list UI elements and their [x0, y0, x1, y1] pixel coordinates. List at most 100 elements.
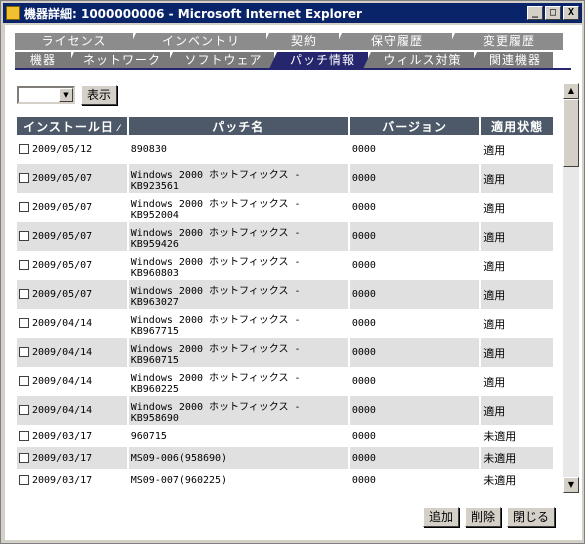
install-date-cell: 2009/03/17: [17, 425, 127, 447]
table-row: 2009/03/17 960715 0000 未適用: [17, 425, 553, 447]
install-date-cell: 2009/05/07: [17, 280, 127, 309]
tab-change-history[interactable]: 変更履歴: [447, 33, 563, 50]
install-date-cell: 2009/05/07: [17, 251, 127, 280]
tab-underline: [15, 68, 571, 70]
table-row: 2009/04/14 Windows 2000 ホットフィックス - KB9607…: [17, 338, 553, 367]
browser-window: 機器詳細: 1000000006 - Microsoft Internet Ex…: [0, 0, 585, 544]
install-date: 2009/04/14: [32, 405, 93, 416]
table-row: 2009/05/07 Windows 2000 ホットフィックス - KB9608…: [17, 251, 553, 280]
close-window-button[interactable]: X: [563, 6, 579, 20]
tab-row-front: 機器 ネットワーク ソフトウェア パッチ情報 ウィルス対策 関連機器: [15, 52, 556, 69]
install-date-cell: 2009/05/07: [17, 222, 127, 251]
version-cell: 0000: [349, 164, 480, 193]
row-checkbox[interactable]: [19, 144, 29, 154]
install-date: 2009/05/07: [32, 231, 93, 242]
table-row: 2009/05/07 Windows 2000 ホットフィックス - KB9235…: [17, 164, 553, 193]
table-row: 2009/05/07 Windows 2000 ホットフィックス - KB9520…: [17, 193, 553, 222]
row-checkbox[interactable]: [19, 260, 29, 270]
tab-network[interactable]: ネットワーク: [66, 52, 170, 69]
patch-name-cell: Windows 2000 ホットフィックス - KB960225: [130, 372, 301, 395]
row-checkbox[interactable]: [19, 452, 29, 463]
install-date: 2009/04/14: [32, 376, 93, 387]
tab-license[interactable]: ライセンス: [15, 33, 133, 50]
status-cell: 適用: [483, 201, 506, 215]
install-date: 2009/05/07: [32, 202, 93, 213]
install-date: 2009/03/17: [32, 430, 93, 442]
tab-patch-info[interactable]: パッチ情報: [269, 52, 368, 69]
row-checkbox[interactable]: [19, 173, 29, 183]
filter-bar: ▼ 表示: [17, 85, 118, 105]
dropdown-arrow-icon[interactable]: ▼: [59, 88, 73, 102]
close-button[interactable]: 閉じる: [507, 507, 556, 527]
row-checkbox[interactable]: [19, 289, 29, 299]
patch-name-cell: Windows 2000 ホットフィックス - KB960715: [128, 338, 348, 367]
window-title: 機器詳細: 1000000006 - Microsoft Internet Ex…: [24, 6, 362, 21]
version-cell: 0000: [349, 447, 480, 469]
status-cell: 適用: [483, 259, 506, 273]
row-checkbox[interactable]: [19, 202, 29, 212]
patch-name-cell: Windows 2000 ホットフィックス - KB959426: [128, 222, 348, 251]
status-cell: 未適用: [481, 447, 553, 469]
patch-name-cell: MS09-006(958690): [128, 447, 348, 469]
patch-name-cell: Windows 2000 ホットフィックス - KB960803: [130, 256, 301, 279]
row-checkbox[interactable]: [19, 430, 29, 441]
table-row: 2009/04/14 Windows 2000 ホットフィックス - KB9586…: [17, 396, 553, 425]
tab-contract[interactable]: 契約: [261, 33, 339, 50]
table-row: 2009/05/07 Windows 2000 ホットフィックス - KB9630…: [17, 280, 553, 309]
table-row: 2009/03/17 MS09-007(960225) 0000 未適用: [17, 469, 553, 489]
version-cell: 0000: [349, 396, 480, 425]
ie-app-icon: [6, 6, 20, 20]
patch-table-container: インストール日 ⁄ パッチ名 バージョン 適用状態 2009/05/12 8908…: [17, 117, 555, 489]
install-date: 2009/05/12: [32, 144, 93, 155]
version-cell: 0000: [351, 318, 376, 329]
scroll-thumb[interactable]: [563, 99, 579, 167]
version-cell: 0000: [351, 260, 376, 271]
maximize-button[interactable]: □: [545, 6, 561, 20]
column-header-status[interactable]: 適用状態: [481, 117, 553, 135]
show-button[interactable]: 表示: [81, 85, 118, 105]
tab-software[interactable]: ソフトウェア: [165, 52, 274, 69]
row-checkbox[interactable]: [19, 347, 29, 357]
minimize-button[interactable]: _: [527, 6, 543, 20]
tab-antivirus[interactable]: ウィルス対策: [363, 52, 474, 69]
status-cell: 未適用: [483, 474, 517, 487]
row-checkbox[interactable]: [19, 376, 29, 386]
row-checkbox[interactable]: [19, 318, 29, 328]
tab-related-devices[interactable]: 関連機器: [469, 52, 553, 69]
column-header-patch-name[interactable]: パッチ名: [128, 117, 348, 135]
tab-inventory[interactable]: インベントリ: [128, 33, 266, 50]
delete-button[interactable]: 削除: [465, 507, 502, 527]
column-header-install-date[interactable]: インストール日 ⁄: [17, 117, 127, 135]
scroll-down-icon[interactable]: ▼: [563, 477, 579, 493]
vertical-scrollbar[interactable]: ▲ ▼: [563, 83, 579, 493]
table-row: 2009/05/12 890830 0000 適用: [17, 135, 553, 164]
install-date: 2009/05/07: [32, 289, 93, 300]
patch-name-cell: Windows 2000 ホットフィックス - KB952004: [130, 198, 301, 221]
sort-icon[interactable]: ⁄: [114, 124, 121, 134]
row-checkbox[interactable]: [19, 474, 29, 485]
status-cell: 適用: [481, 338, 553, 367]
version-cell: 0000: [351, 144, 376, 155]
install-date-cell: 2009/04/14: [17, 396, 127, 425]
version-cell: 0000: [351, 474, 376, 486]
version-cell: 0000: [349, 338, 480, 367]
row-checkbox[interactable]: [19, 231, 29, 241]
status-cell: 適用: [481, 222, 553, 251]
row-checkbox[interactable]: [19, 405, 29, 415]
tab-device[interactable]: 機器: [15, 52, 71, 69]
scroll-up-icon[interactable]: ▲: [563, 83, 579, 99]
column-header-version[interactable]: バージョン: [349, 117, 480, 135]
add-button[interactable]: 追加: [423, 507, 460, 527]
patch-name-cell: Windows 2000 ホットフィックス - KB967715: [130, 314, 301, 337]
install-date-cell: 2009/03/17: [17, 469, 127, 489]
patch-name-cell: Windows 2000 ホットフィックス - KB958690: [128, 396, 348, 425]
title-bar: 機器詳細: 1000000006 - Microsoft Internet Ex…: [3, 3, 582, 23]
status-cell: 適用: [483, 317, 506, 331]
page-content: ライセンス インベントリ 契約 保守履歴 変更履歴 機器 ネットワーク ソフトウ…: [5, 25, 582, 540]
version-cell: 0000: [351, 376, 376, 387]
tab-maintenance-history[interactable]: 保守履歴: [334, 33, 452, 50]
status-cell: 適用: [483, 375, 506, 389]
patch-table: インストール日 ⁄ パッチ名 バージョン 適用状態 2009/05/12 8908…: [17, 117, 555, 489]
install-date: 2009/03/17: [32, 474, 93, 486]
filter-select[interactable]: ▼: [17, 86, 75, 104]
